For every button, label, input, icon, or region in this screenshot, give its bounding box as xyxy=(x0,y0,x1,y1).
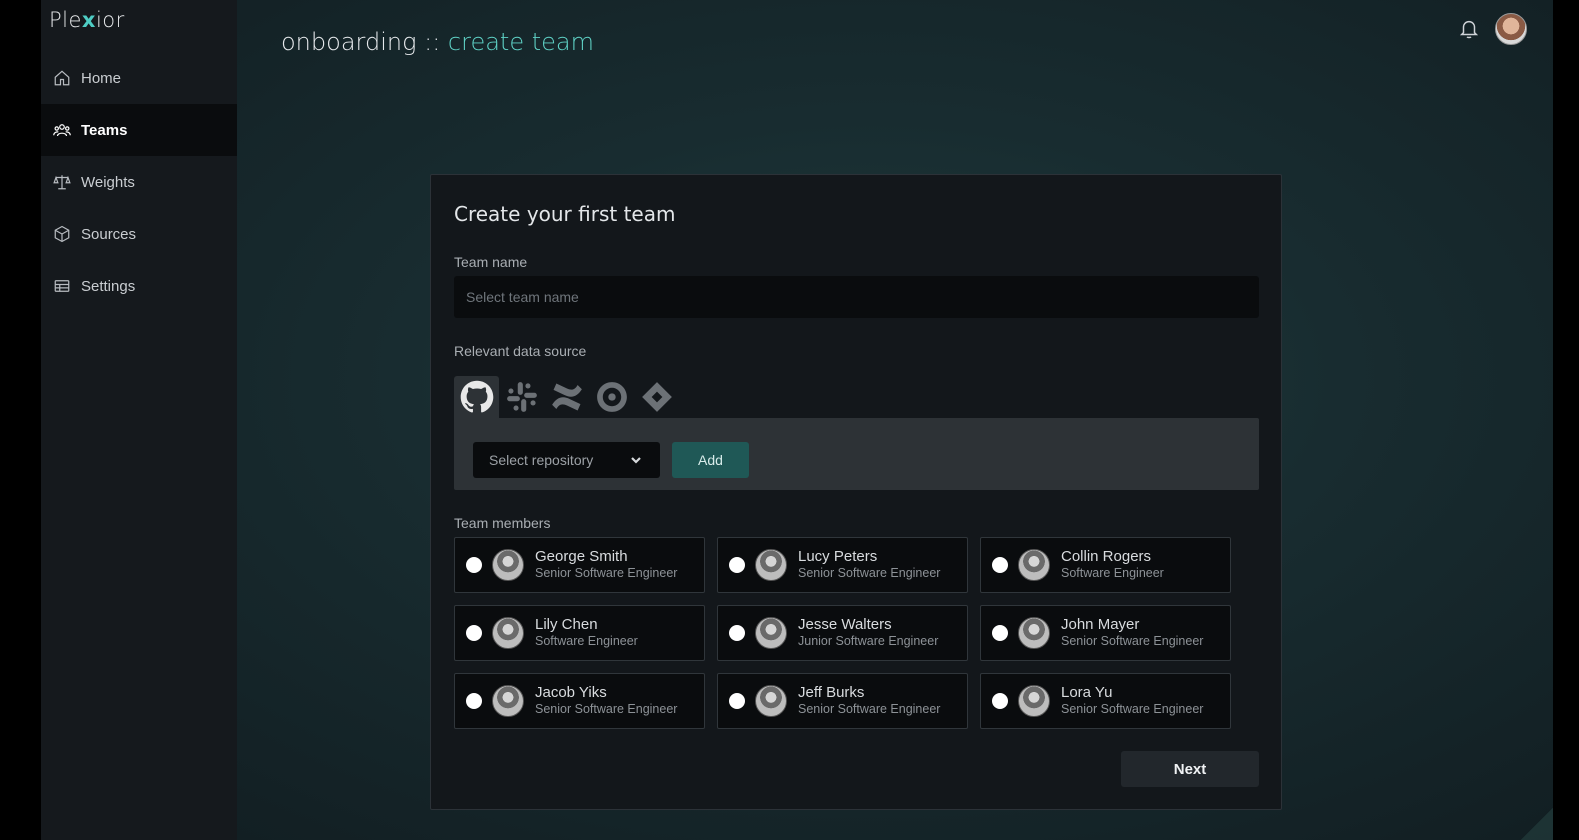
members-grid: George Smith Senior Software Engineer Luc… xyxy=(454,537,1231,729)
create-team-card: Create your first team Team name Relevan… xyxy=(430,174,1282,810)
avatar xyxy=(492,549,524,581)
source-tab-circleci[interactable] xyxy=(589,376,634,418)
notifications-button[interactable] xyxy=(1458,18,1480,40)
sidebar-item-label: Sources xyxy=(81,225,137,243)
jira-icon xyxy=(641,382,672,412)
source-tab-github[interactable] xyxy=(454,376,499,418)
member-name: Lora Yu xyxy=(1061,684,1113,701)
member-radio[interactable] xyxy=(729,693,745,709)
member-name: Jacob Yiks xyxy=(535,684,607,701)
cube-icon xyxy=(54,225,70,243)
member-radio[interactable] xyxy=(466,625,482,641)
sidebar-item-weights[interactable]: Weights xyxy=(41,156,237,208)
member-name: Jeff Burks xyxy=(798,684,865,701)
member-role: Senior Software Engineer xyxy=(535,702,678,716)
member-radio[interactable] xyxy=(729,557,745,573)
team-name-label: Team name xyxy=(454,254,528,270)
data-source-label: Relevant data source xyxy=(454,343,587,359)
avatar xyxy=(1018,685,1050,717)
logo: Plexior xyxy=(49,8,125,32)
member-card[interactable]: Lora Yu Senior Software Engineer xyxy=(980,673,1231,729)
member-card[interactable]: Lucy Peters Senior Software Engineer xyxy=(717,537,968,593)
member-card[interactable]: John Mayer Senior Software Engineer xyxy=(980,605,1231,661)
chevron-down-icon xyxy=(631,457,641,464)
users-icon xyxy=(53,124,71,137)
member-role: Senior Software Engineer xyxy=(1061,702,1204,716)
member-role: Senior Software Engineer xyxy=(798,702,941,716)
repository-select-value: Select repository xyxy=(489,452,594,468)
scale-icon xyxy=(53,175,71,190)
source-tab-jira[interactable] xyxy=(634,376,679,418)
member-name: George Smith xyxy=(535,548,628,565)
page-title: onboarding :: create team xyxy=(281,28,594,56)
member-role: Software Engineer xyxy=(1061,566,1164,580)
sidebar-nav: Home Teams Weights Sources Settings xyxy=(41,52,237,312)
avatar xyxy=(755,685,787,717)
source-tab-confluence[interactable] xyxy=(544,376,589,418)
member-radio[interactable] xyxy=(466,557,482,573)
slack-icon xyxy=(506,382,537,412)
member-card[interactable]: Jeff Burks Senior Software Engineer xyxy=(717,673,968,729)
member-name: Lucy Peters xyxy=(798,548,878,565)
sidebar: Plexior Home Teams Weights Sources Setti… xyxy=(41,0,237,840)
confluence-icon xyxy=(551,383,582,411)
member-card[interactable]: Lily Chen Software Engineer xyxy=(454,605,705,661)
team-members-label: Team members xyxy=(454,515,551,531)
source-tab-slack[interactable] xyxy=(499,376,544,418)
source-tabs xyxy=(454,376,679,418)
card-title: Create your first team xyxy=(454,202,676,226)
app-window: Plexior Home Teams Weights Sources Setti… xyxy=(41,0,1553,840)
home-icon xyxy=(54,70,70,86)
member-role: Senior Software Engineer xyxy=(1061,634,1204,648)
sidebar-item-home[interactable]: Home xyxy=(41,52,237,104)
member-radio[interactable] xyxy=(466,693,482,709)
avatar xyxy=(492,685,524,717)
member-name: Jesse Walters xyxy=(798,616,892,633)
repository-select[interactable]: Select repository xyxy=(473,442,660,478)
sidebar-item-sources[interactable]: Sources xyxy=(41,208,237,260)
sidebar-item-label: Weights xyxy=(81,173,135,191)
member-name: John Mayer xyxy=(1061,616,1140,633)
member-role: Junior Software Engineer xyxy=(798,634,939,648)
member-role: Software Engineer xyxy=(535,634,638,648)
team-name-input[interactable] xyxy=(454,276,1259,318)
sidebar-item-label: Settings xyxy=(81,277,136,295)
next-button[interactable]: Next xyxy=(1121,751,1259,787)
background-decoration xyxy=(1481,760,1553,840)
sidebar-item-label: Home xyxy=(81,69,122,87)
member-radio[interactable] xyxy=(992,693,1008,709)
sidebar-item-teams[interactable]: Teams xyxy=(41,104,237,156)
member-radio[interactable] xyxy=(729,625,745,641)
sidebar-item-label: Teams xyxy=(81,121,128,139)
source-panel: Select repository Add xyxy=(454,418,1259,490)
bell-icon xyxy=(1459,20,1479,39)
profile-avatar[interactable] xyxy=(1495,13,1527,45)
circleci-icon xyxy=(596,382,627,412)
member-card[interactable]: Jesse Walters Junior Software Engineer xyxy=(717,605,968,661)
avatar xyxy=(492,617,524,649)
avatar xyxy=(755,549,787,581)
github-icon xyxy=(460,380,493,413)
member-radio[interactable] xyxy=(992,625,1008,641)
member-card[interactable]: Collin Rogers Software Engineer xyxy=(980,537,1231,593)
add-repository-button[interactable]: Add xyxy=(672,442,749,478)
member-name: Collin Rogers xyxy=(1061,548,1152,565)
member-card[interactable]: Jacob Yiks Senior Software Engineer xyxy=(454,673,705,729)
member-role: Senior Software Engineer xyxy=(798,566,941,580)
member-name: Lily Chen xyxy=(535,616,598,633)
avatar xyxy=(1018,617,1050,649)
avatar xyxy=(755,617,787,649)
member-card[interactable]: George Smith Senior Software Engineer xyxy=(454,537,705,593)
sidebar-item-settings[interactable]: Settings xyxy=(41,260,237,312)
table-icon xyxy=(54,280,70,292)
avatar xyxy=(1018,549,1050,581)
member-radio[interactable] xyxy=(992,557,1008,573)
member-role: Senior Software Engineer xyxy=(535,566,678,580)
